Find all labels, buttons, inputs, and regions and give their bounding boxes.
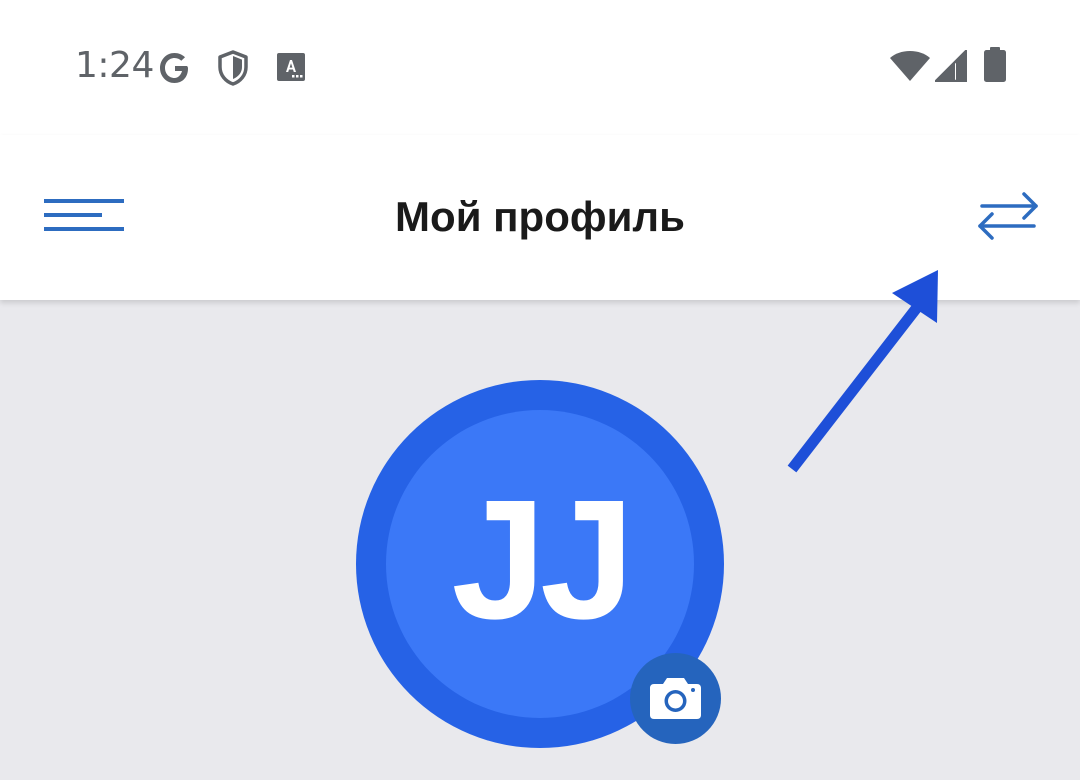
google-icon <box>160 53 188 83</box>
cell-signal-icon <box>935 50 967 82</box>
wifi-icon <box>890 51 930 81</box>
page-title: Мой профиль <box>395 193 685 240</box>
hamburger-menu-icon <box>44 199 124 231</box>
status-time: 1:24 <box>75 45 154 86</box>
shield-icon <box>218 50 248 86</box>
battery-icon <box>984 47 1006 82</box>
swap-arrows-icon <box>978 192 1038 240</box>
text-accessibility-icon <box>277 53 305 81</box>
status-bar: 1:24 <box>0 0 1080 135</box>
hamburger-menu-button[interactable] <box>38 190 132 242</box>
camera-icon <box>650 678 701 719</box>
switch-account-button[interactable] <box>968 180 1048 252</box>
change-photo-button[interactable] <box>630 653 721 744</box>
pointer-arrow-icon <box>787 270 938 473</box>
